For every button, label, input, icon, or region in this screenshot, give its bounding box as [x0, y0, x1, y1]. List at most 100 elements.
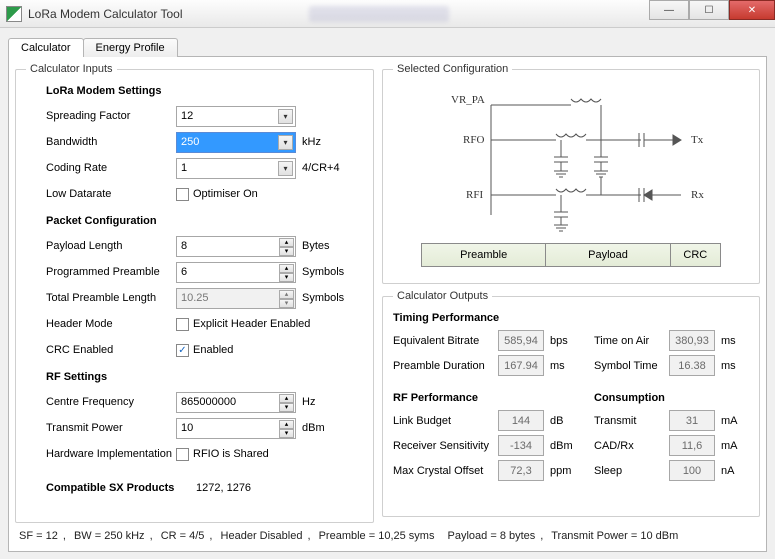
tx-node: Tx: [691, 134, 704, 146]
header-mode-text: Explicit Header Enabled: [193, 318, 310, 330]
preamble-duration-value: 167.94: [498, 355, 544, 376]
programmed-preamble-spin[interactable]: 6 ▴▾: [176, 262, 296, 283]
low-datarate-label: Low Datarate: [46, 188, 176, 200]
calculator-outputs-group: Calculator Outputs Timing Performance Eq…: [382, 290, 760, 517]
centre-frequency-unit: Hz: [302, 396, 352, 408]
total-preamble-unit: Symbols: [302, 292, 352, 304]
max-crystal-offset-unit: ppm: [550, 465, 578, 477]
transmit-power-unit: dBm: [302, 422, 352, 434]
tab-energy-profile[interactable]: Energy Profile: [83, 38, 178, 57]
packet-structure-bar: Preamble Payload CRC: [421, 243, 721, 267]
symbol-time-label: Symbol Time: [594, 360, 669, 372]
blurred-region: [309, 6, 449, 22]
rfio-shared-text: RFIO is Shared: [193, 448, 269, 460]
up-icon[interactable]: ▴: [279, 394, 294, 403]
up-icon[interactable]: ▴: [279, 238, 294, 247]
timing-performance-header: Timing Performance: [393, 312, 749, 324]
status-bar: SF = 12, BW = 250 kHz, CR = 4/5, Header …: [15, 527, 760, 545]
compatible-sx-value: 1272, 1276: [196, 482, 251, 494]
seg-payload[interactable]: Payload: [546, 244, 670, 266]
rf-performance-header: RF Performance: [393, 392, 578, 404]
down-icon[interactable]: ▾: [279, 429, 294, 438]
calculator-inputs-group: Calculator Inputs LoRa Modem Settings Sp…: [15, 63, 374, 523]
coding-rate-unit: 4/CR+4: [302, 162, 352, 174]
app-icon: [6, 6, 22, 22]
bandwidth-combo[interactable]: 250 ▾: [176, 132, 296, 153]
payload-length-spin[interactable]: 8 ▴▾: [176, 236, 296, 257]
outputs-legend: Calculator Outputs: [393, 290, 492, 302]
down-icon[interactable]: ▾: [279, 247, 294, 256]
cons-transmit-label: Transmit: [594, 415, 669, 427]
transmit-power-spin[interactable]: 10 ▴▾: [176, 418, 296, 439]
equivalent-bitrate-label: Equivalent Bitrate: [393, 335, 498, 347]
bandwidth-label: Bandwidth: [46, 136, 176, 148]
cons-sleep-label: Sleep: [594, 465, 669, 477]
up-icon[interactable]: ▴: [279, 420, 294, 429]
chevron-down-icon: ▾: [278, 109, 293, 124]
tab-bar: Calculator Energy Profile: [8, 34, 775, 56]
coding-rate-combo[interactable]: 1 ▾: [176, 158, 296, 179]
packet-config-header: Packet Configuration: [46, 215, 363, 227]
cons-transmit-unit: mA: [721, 415, 749, 427]
time-on-air-value: 380,93: [669, 330, 715, 351]
up-icon[interactable]: ▴: [279, 264, 294, 273]
header-mode-label: Header Mode: [46, 318, 176, 330]
spreading-factor-combo[interactable]: 12 ▾: [176, 106, 296, 127]
programmed-preamble-label: Programmed Preamble: [46, 266, 176, 278]
seg-preamble[interactable]: Preamble: [422, 244, 546, 266]
rf-circuit-diagram: VR_PA RFO RFI Tx Rx: [401, 85, 741, 235]
window-title: LoRa Modem Calculator Tool: [28, 7, 309, 21]
cons-cadrx-value: 11,6: [669, 435, 715, 456]
payload-length-unit: Bytes: [302, 240, 352, 252]
receiver-sensitivity-value: -134: [498, 435, 544, 456]
cons-sleep-value: 100: [669, 460, 715, 481]
link-budget-label: Link Budget: [393, 415, 498, 427]
chevron-down-icon: ▾: [278, 161, 293, 176]
receiver-sensitivity-unit: dBm: [550, 440, 578, 452]
down-icon[interactable]: ▾: [279, 273, 294, 282]
cons-transmit-value: 31: [669, 410, 715, 431]
time-on-air-unit: ms: [721, 335, 749, 347]
time-on-air-label: Time on Air: [594, 335, 669, 347]
calculator-panel: Calculator Inputs LoRa Modem Settings Sp…: [8, 56, 767, 552]
status-payload: Payload = 8 bytes: [448, 530, 536, 542]
vrpa-node: VR_PA: [451, 94, 485, 106]
minimize-button[interactable]: —: [649, 0, 689, 20]
down-icon[interactable]: ▾: [279, 403, 294, 412]
low-datarate-checkbox[interactable]: [176, 188, 189, 201]
seg-crc[interactable]: CRC: [671, 244, 720, 266]
transmit-power-label: Transmit Power: [46, 422, 176, 434]
cons-cadrx-label: CAD/Rx: [594, 440, 669, 452]
symbol-time-unit: ms: [721, 360, 749, 372]
close-button[interactable]: ✕: [729, 0, 775, 20]
centre-frequency-label: Centre Frequency: [46, 396, 176, 408]
coding-rate-label: Coding Rate: [46, 162, 176, 174]
inputs-legend: Calculator Inputs: [26, 63, 117, 75]
titlebar: LoRa Modem Calculator Tool — ☐ ✕: [0, 0, 775, 28]
max-crystal-offset-label: Max Crystal Offset: [393, 465, 498, 477]
maximize-button[interactable]: ☐: [689, 0, 729, 20]
total-preamble-label: Total Preamble Length: [46, 292, 176, 304]
rf-settings-header: RF Settings: [46, 371, 363, 383]
status-preamble: Preamble = 10,25 syms: [319, 530, 435, 542]
tab-calculator[interactable]: Calculator: [8, 38, 84, 57]
spreading-factor-label: Spreading Factor: [46, 110, 176, 122]
programmed-preamble-unit: Symbols: [302, 266, 352, 278]
status-tp: Transmit Power = 10 dBm: [551, 530, 678, 542]
selected-configuration-group: Selected Configuration: [382, 63, 760, 284]
chevron-down-icon: ▾: [278, 135, 293, 150]
status-cr: CR = 4/5: [161, 530, 205, 542]
lora-modem-settings-header: LoRa Modem Settings: [46, 85, 363, 97]
crc-enabled-text: Enabled: [193, 344, 233, 356]
rfio-shared-checkbox[interactable]: [176, 448, 189, 461]
crc-enabled-checkbox[interactable]: ✓: [176, 344, 189, 357]
header-mode-checkbox[interactable]: [176, 318, 189, 331]
equivalent-bitrate-unit: bps: [550, 335, 578, 347]
total-preamble-field: 10.25 ▴▾: [176, 288, 296, 309]
equivalent-bitrate-value: 585,94: [498, 330, 544, 351]
payload-length-label: Payload Length: [46, 240, 176, 252]
centre-frequency-spin[interactable]: 865000000 ▴▾: [176, 392, 296, 413]
down-icon: ▾: [279, 299, 294, 308]
window-controls: — ☐ ✕: [649, 0, 775, 27]
bandwidth-unit: kHz: [302, 136, 352, 148]
